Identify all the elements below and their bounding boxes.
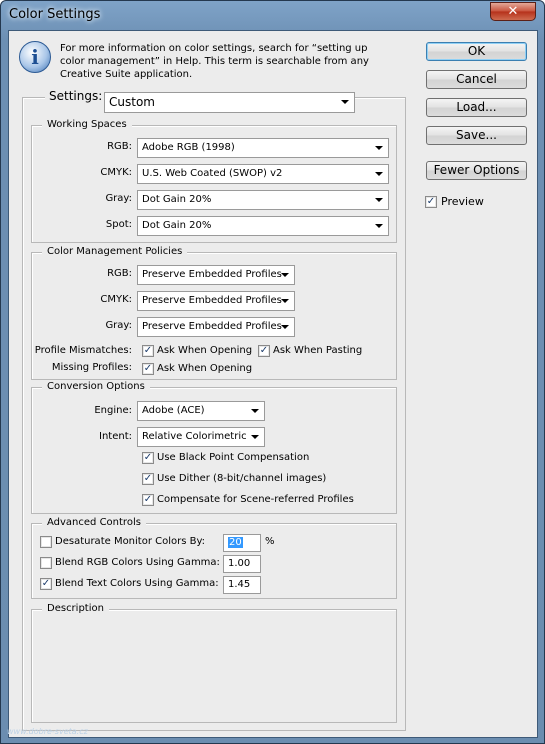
chevron-down-icon (375, 224, 383, 228)
ws-gray-select[interactable]: Dot Gain 20% (137, 190, 389, 210)
policy-gray-label: Gray: (105, 320, 132, 331)
policy-gray-value: Preserve Embedded Profiles (142, 321, 282, 332)
save-button[interactable]: Save... (426, 126, 527, 145)
chevron-down-icon (281, 273, 289, 277)
preview-label: Preview (441, 195, 484, 208)
blend-rgb-input[interactable]: 1.00 (223, 555, 261, 573)
chevron-down-icon (251, 435, 259, 439)
blend-rgb-label: Blend RGB Colors Using Gamma: (55, 557, 220, 568)
desaturate-checkbox[interactable] (40, 536, 52, 548)
blend-text-label: Blend Text Colors Using Gamma: (55, 578, 219, 589)
info-icon: i (19, 41, 51, 73)
working-spaces-group: Working Spaces RGB: Adobe RGB (1998) CMY… (31, 119, 397, 243)
chevron-down-icon (375, 198, 383, 202)
desaturate-value: 20 (228, 537, 243, 548)
window-title: Color Settings (9, 7, 101, 22)
chevron-down-icon (341, 100, 349, 104)
mismatch-ask-pasting-checkbox[interactable]: ✓ (258, 345, 270, 357)
ws-cmyk-select[interactable]: U.S. Web Coated (SWOP) v2 (137, 164, 389, 184)
watermark: www.dobre-sveta.cz (7, 727, 88, 736)
color-settings-window: Color Settings ✕ i For more information … (0, 0, 545, 744)
ws-rgb-value: Adobe RGB (1998) (142, 142, 235, 153)
dialog-client-area: i For more information on color settings… (8, 30, 538, 738)
ws-cmyk-label: CMYK: (100, 167, 132, 178)
policies-title: Color Management Policies (42, 246, 188, 257)
policies-group: Color Management Policies RGB: Preserve … (31, 246, 397, 380)
advanced-title: Advanced Controls (42, 517, 146, 528)
desaturate-unit: % (265, 536, 275, 547)
black-point-checkbox[interactable]: ✓ (142, 452, 154, 464)
chevron-down-icon (281, 299, 289, 303)
desaturate-input[interactable]: 20 (223, 534, 261, 552)
conversion-title: Conversion Options (42, 381, 150, 392)
advanced-group: Advanced Controls Desaturate Monitor Col… (31, 517, 397, 599)
ws-rgb-label: RGB: (107, 141, 132, 152)
engine-value: Adobe (ACE) (142, 405, 205, 416)
engine-label: Engine: (94, 405, 132, 416)
missing-ask-opening-checkbox[interactable]: ✓ (142, 363, 154, 375)
info-text: For more information on color settings, … (60, 43, 369, 80)
missing-profiles-label: Missing Profiles: (51, 362, 132, 373)
policy-cmyk-value: Preserve Embedded Profiles (142, 295, 282, 306)
profile-mismatches-label: Profile Mismatches: (34, 345, 132, 356)
title-bar[interactable]: Color Settings ✕ (1, 1, 544, 30)
blend-text-input[interactable]: 1.45 (223, 576, 261, 594)
description-title: Description (42, 603, 109, 614)
load-button[interactable]: Load... (426, 98, 527, 117)
blend-text-checkbox[interactable]: ✓ (40, 578, 52, 590)
intent-value: Relative Colorimetric (142, 431, 247, 442)
intent-label: Intent: (99, 431, 132, 442)
description-group: Description (31, 603, 397, 723)
conversion-group: Conversion Options Engine: Adobe (ACE) I… (31, 381, 397, 514)
chevron-down-icon (281, 325, 289, 329)
black-point-label: Use Black Point Compensation (157, 452, 310, 463)
scene-referred-label: Compensate for Scene-referred Profiles (157, 494, 354, 505)
intent-select[interactable]: Relative Colorimetric (137, 427, 265, 447)
missing-ask-opening-label: Ask When Opening (157, 363, 253, 374)
policy-cmyk-select[interactable]: Preserve Embedded Profiles (137, 291, 295, 311)
settings-label: Settings: (45, 89, 107, 103)
chevron-down-icon (375, 146, 383, 150)
policy-rgb-label: RGB: (107, 268, 132, 279)
ws-gray-value: Dot Gain 20% (142, 194, 212, 205)
dither-checkbox[interactable]: ✓ (142, 473, 154, 485)
ws-gray-label: Gray: (105, 193, 132, 204)
ws-spot-label: Spot: (105, 219, 132, 230)
policy-rgb-select[interactable]: Preserve Embedded Profiles (137, 265, 295, 285)
policy-cmyk-label: CMYK: (100, 294, 132, 305)
mismatch-ask-pasting-label: Ask When Pasting (273, 345, 363, 356)
dither-label: Use Dither (8-bit/channel images) (157, 473, 327, 484)
fewer-options-button[interactable]: Fewer Options (426, 161, 527, 180)
mismatch-ask-opening-checkbox[interactable]: ✓ (142, 345, 154, 357)
close-button[interactable]: ✕ (490, 2, 536, 21)
ws-cmyk-value: U.S. Web Coated (SWOP) v2 (142, 168, 283, 179)
chevron-down-icon (251, 409, 259, 413)
settings-select[interactable]: Custom (104, 92, 355, 113)
ws-rgb-select[interactable]: Adobe RGB (1998) (137, 138, 389, 158)
policy-rgb-value: Preserve Embedded Profiles (142, 269, 282, 280)
mismatch-ask-opening-label: Ask When Opening (157, 345, 253, 356)
scene-referred-checkbox[interactable]: ✓ (142, 494, 154, 506)
desaturate-label: Desaturate Monitor Colors By: (55, 536, 206, 547)
blend-rgb-checkbox[interactable] (40, 557, 52, 569)
preview-checkbox[interactable]: ✓ (425, 196, 437, 208)
engine-select[interactable]: Adobe (ACE) (137, 401, 265, 421)
chevron-down-icon (375, 172, 383, 176)
settings-value: Custom (109, 95, 155, 109)
working-spaces-title: Working Spaces (42, 119, 132, 130)
ok-button[interactable]: OK (426, 42, 527, 61)
policy-gray-select[interactable]: Preserve Embedded Profiles (137, 317, 295, 337)
ws-spot-value: Dot Gain 20% (142, 220, 212, 231)
ws-spot-select[interactable]: Dot Gain 20% (137, 216, 389, 236)
cancel-button[interactable]: Cancel (426, 70, 527, 89)
